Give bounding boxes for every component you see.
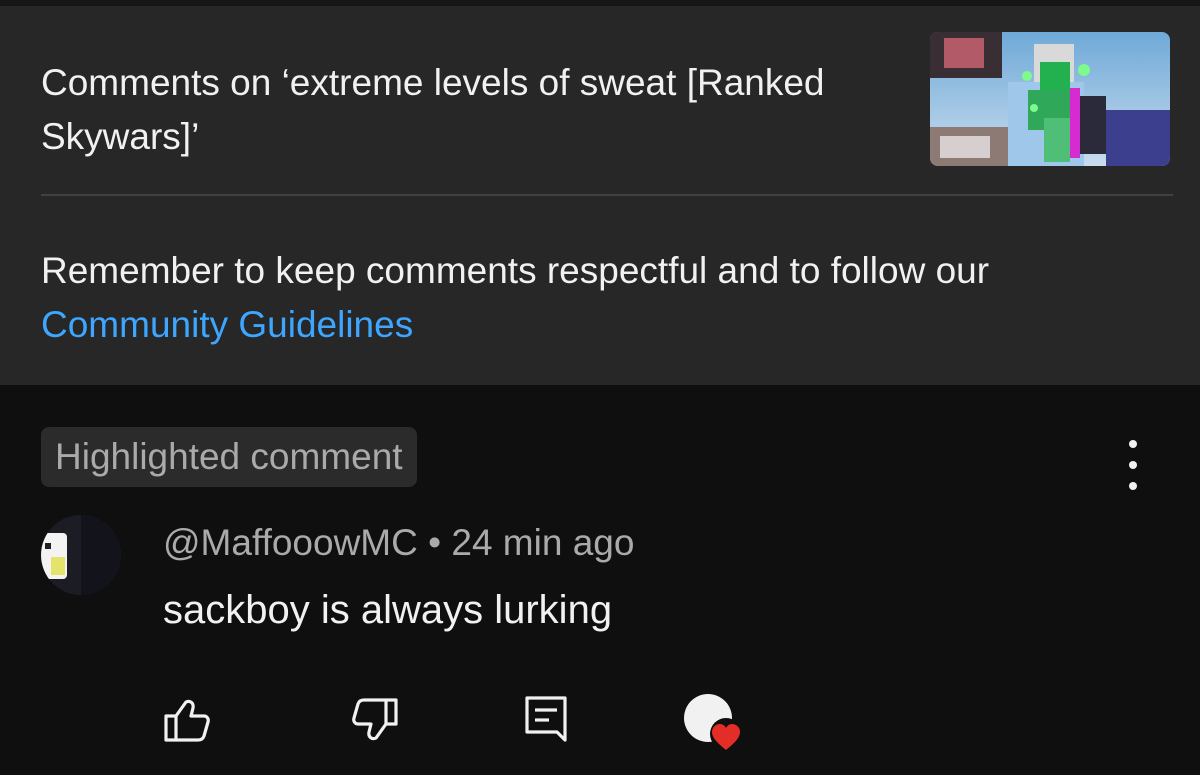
comment-meta: @MaffooowMC • 24 min ago (163, 516, 634, 570)
video-thumbnail[interactable] (930, 32, 1170, 166)
creator-heart-icon (684, 694, 742, 750)
header-divider (41, 194, 1173, 196)
highlighted-comment-badge: Highlighted comment (41, 427, 417, 487)
menu-dot (1129, 461, 1137, 469)
notice-text: Remember to keep comments respectful and… (41, 250, 990, 291)
comments-title: Comments on ‘extreme levels of sweat [Ra… (41, 62, 825, 157)
creator-heart-button[interactable] (680, 690, 752, 756)
comments-header: Comments on ‘extreme levels of sweat [Ra… (0, 6, 1200, 385)
thumbnail-image (930, 32, 1170, 166)
reply-icon (525, 696, 567, 742)
dislike-icon (352, 698, 398, 741)
more-options-icon[interactable] (1110, 440, 1156, 490)
community-notice: Remember to keep comments respectful and… (41, 244, 1161, 352)
menu-dot (1129, 482, 1137, 490)
comment-author[interactable]: @MaffooowMC (163, 522, 418, 563)
dislike-button[interactable] (346, 690, 406, 750)
avatar-image (41, 515, 121, 595)
reply-button[interactable] (516, 690, 576, 750)
menu-dot (1129, 440, 1137, 448)
like-icon (164, 699, 210, 742)
like-button[interactable] (156, 690, 216, 750)
meta-separator: • (417, 522, 452, 563)
comment-time: 24 min ago (451, 522, 635, 563)
avatar[interactable] (41, 515, 121, 595)
community-guidelines-link[interactable]: Community Guidelines (41, 304, 413, 345)
comment-text: sackboy is always lurking (163, 588, 613, 632)
